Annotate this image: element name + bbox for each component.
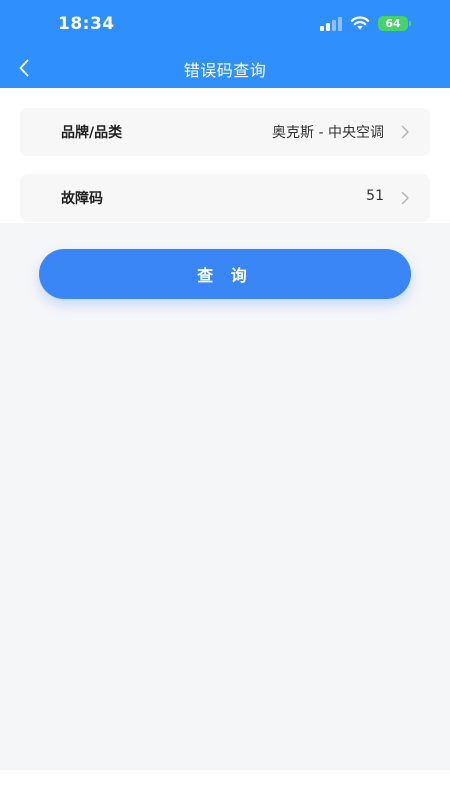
chevron-right-icon xyxy=(401,191,409,205)
error-code-label: 故障码 xyxy=(61,191,103,207)
status-time: 18:34 xyxy=(58,14,115,34)
app-header: 18:34 64 错误码查询 xyxy=(0,0,450,88)
chevron-right-icon xyxy=(401,125,409,139)
error-code-row[interactable]: 故障码 51 xyxy=(20,174,430,222)
bottom-safe-area xyxy=(0,770,450,800)
battery-icon: 64 xyxy=(378,16,408,31)
battery-tip xyxy=(409,21,411,26)
error-code-value: 51 xyxy=(366,188,384,204)
brand-category-value: 奥克斯 - 中央空调 xyxy=(272,125,384,141)
wifi-icon xyxy=(350,16,370,30)
brand-category-row[interactable]: 品牌/品类 奥克斯 - 中央空调 xyxy=(20,108,430,156)
cellular-signal-icon xyxy=(320,17,342,31)
status-bar: 18:34 64 xyxy=(0,0,450,48)
nav-bar: 错误码查询 xyxy=(0,48,450,88)
brand-category-label: 品牌/品类 xyxy=(61,125,123,141)
query-button[interactable]: 查 询 xyxy=(39,249,411,299)
form-section: 品牌/品类 奥克斯 - 中央空调 故障码 51 xyxy=(0,88,450,223)
page-title: 错误码查询 xyxy=(183,61,267,80)
battery-level: 64 xyxy=(385,17,401,30)
